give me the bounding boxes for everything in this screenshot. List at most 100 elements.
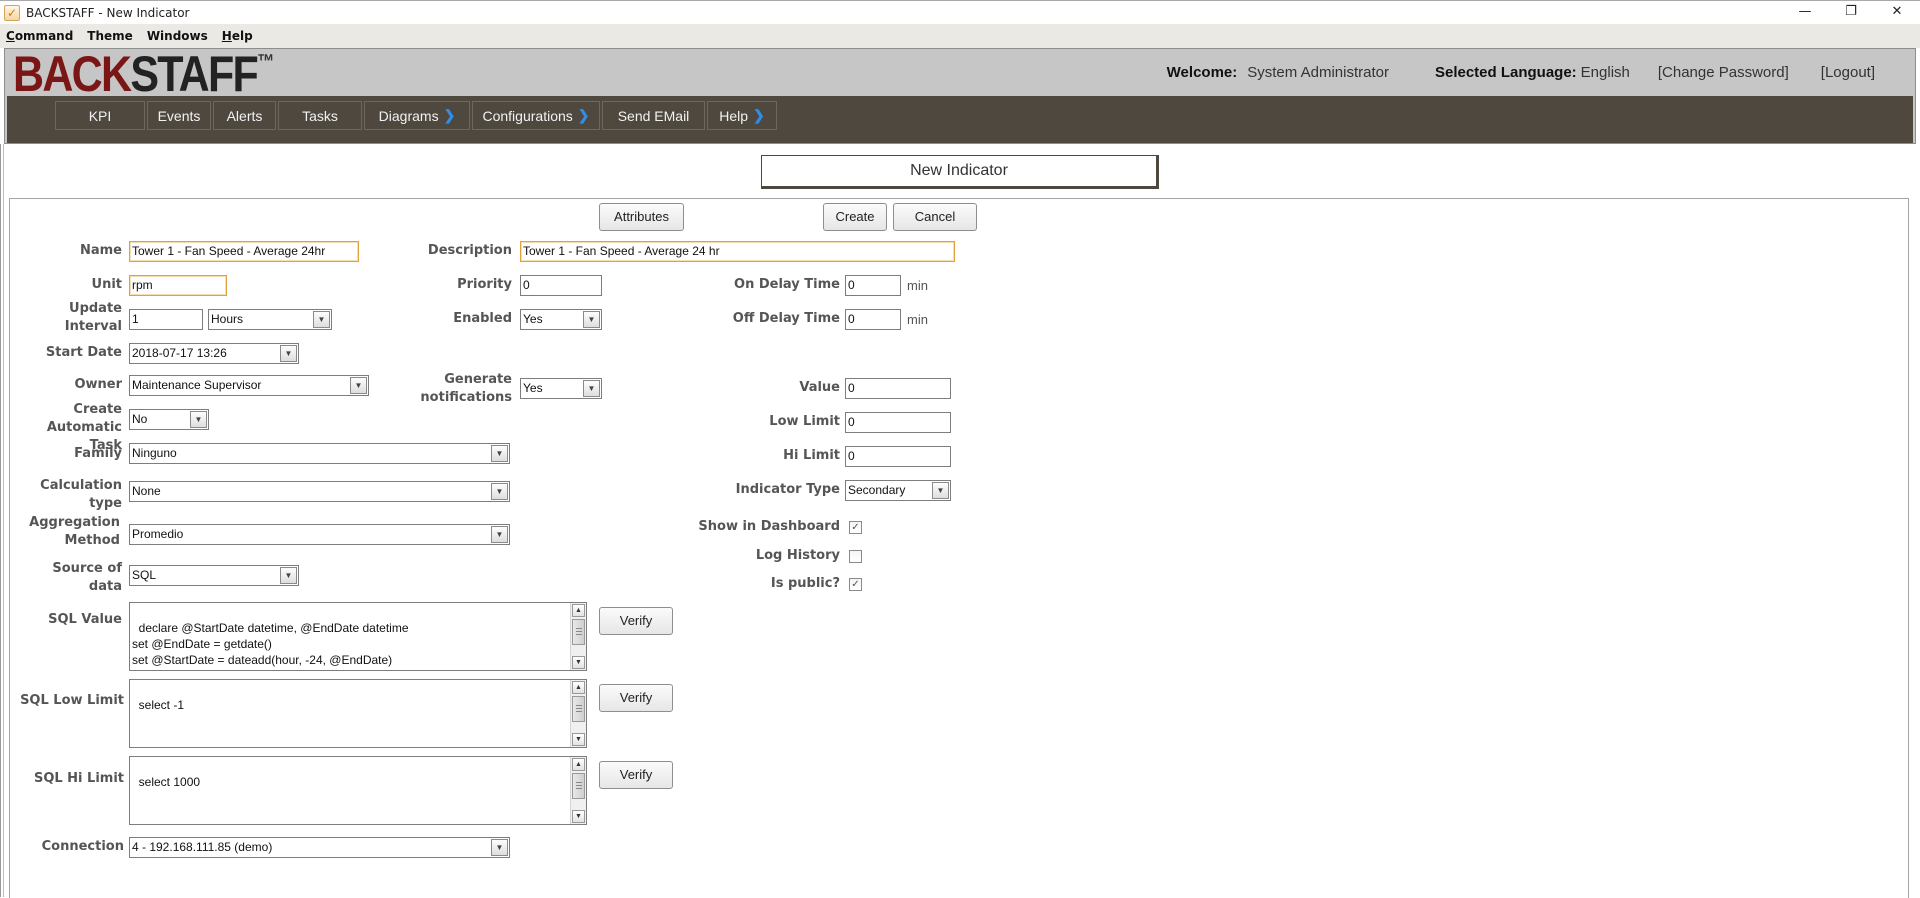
- priority-label: Priority: [457, 277, 512, 292]
- sql-low-limit-label: SQL Low Limit: [20, 693, 124, 708]
- attributes-button[interactable]: Attributes: [599, 203, 684, 231]
- dropdown-arrow-icon: ▼: [491, 839, 508, 856]
- verify-sql-value-button[interactable]: Verify: [599, 607, 673, 635]
- indicator-type-select[interactable]: Secondary ▼: [845, 480, 951, 501]
- minimize-icon[interactable]: —: [1782, 1, 1828, 23]
- off-delay-input[interactable]: 0: [845, 309, 901, 330]
- scroll-down-icon[interactable]: ▼: [572, 656, 585, 669]
- update-interval-input[interactable]: 1: [129, 309, 203, 330]
- enabled-select[interactable]: Yes ▼: [520, 309, 602, 330]
- generate-notifications-label: Generate notifications: [420, 372, 512, 405]
- update-interval-label: Update Interval: [64, 301, 122, 334]
- family-label: Family: [74, 446, 122, 461]
- dropdown-arrow-icon: ▼: [491, 483, 508, 500]
- generate-notifications-select[interactable]: Yes ▼: [520, 378, 602, 399]
- scroll-down-icon[interactable]: ▼: [572, 733, 585, 746]
- low-limit-input[interactable]: 0: [845, 412, 951, 433]
- dropdown-arrow-icon: ▼: [350, 377, 367, 394]
- value-input[interactable]: 0: [845, 378, 951, 399]
- connection-select[interactable]: 4 - 192.168.111.85 (demo) ▼: [129, 837, 510, 858]
- scroll-thumb[interactable]: [572, 696, 585, 722]
- start-date-picker[interactable]: 2018-07-17 13:26 ▼: [129, 343, 299, 364]
- description-label: Description: [427, 243, 512, 258]
- sql-value-textarea[interactable]: declare @StartDate datetime, @EndDate da…: [129, 602, 587, 671]
- nav-diagrams[interactable]: Diagrams ❯: [364, 101, 470, 130]
- aggregation-method-select[interactable]: Promedio ▼: [129, 524, 510, 545]
- nav-configurations[interactable]: Configurations ❯: [472, 101, 600, 130]
- vertical-scrollbar[interactable]: ▲ ▼: [570, 603, 586, 670]
- description-input[interactable]: Tower 1 - Fan Speed - Average 24 hr: [520, 241, 955, 262]
- owner-select[interactable]: Maintenance Supervisor ▼: [129, 375, 369, 396]
- window-title: BACKSTAFF - New Indicator: [26, 5, 190, 20]
- priority-input[interactable]: 0: [520, 275, 602, 296]
- source-of-data-select[interactable]: SQL ▼: [129, 565, 299, 586]
- menubar: Command Theme Windows Help: [0, 24, 1920, 48]
- nav-kpi[interactable]: KPI: [55, 101, 145, 130]
- close-icon[interactable]: ✕: [1874, 1, 1920, 23]
- window-left-border: [0, 144, 4, 897]
- checkmark-app-icon: ✓: [4, 4, 20, 21]
- log-history-label: Log History: [755, 548, 840, 563]
- dropdown-arrow-icon: ▼: [491, 526, 508, 543]
- create-task-select[interactable]: No ▼: [129, 409, 209, 430]
- indicator-type-label: Indicator Type: [735, 482, 840, 497]
- dropdown-arrow-icon: ▼: [190, 411, 207, 428]
- scroll-up-icon[interactable]: ▲: [572, 681, 585, 694]
- main-navbar: KPI Events Alerts Tasks Diagrams ❯ Config…: [7, 96, 1913, 143]
- dropdown-arrow-icon: ▼: [932, 482, 949, 499]
- dropdown-arrow-icon: ▼: [313, 311, 330, 328]
- hi-limit-input[interactable]: 0: [845, 446, 951, 467]
- unit-input[interactable]: rpm: [129, 275, 227, 296]
- scroll-up-icon[interactable]: ▲: [572, 758, 585, 771]
- scroll-thumb[interactable]: [572, 773, 585, 799]
- logout-link[interactable]: [Logout]: [1821, 64, 1875, 81]
- cancel-button[interactable]: Cancel: [893, 203, 977, 231]
- user-name: System Administrator: [1247, 64, 1389, 81]
- chevron-right-icon: ❯: [753, 107, 765, 123]
- restore-icon[interactable]: ❐: [1828, 1, 1874, 23]
- change-password-link[interactable]: [Change Password]: [1658, 64, 1789, 81]
- source-of-data-label: Source of data: [52, 561, 122, 594]
- backstaff-logo: BACKSTAFF™: [13, 46, 275, 102]
- verify-sql-hi-limit-button[interactable]: Verify: [599, 761, 673, 789]
- nav-alerts[interactable]: Alerts: [213, 101, 276, 130]
- scroll-up-icon[interactable]: ▲: [572, 604, 585, 617]
- nav-help[interactable]: Help ❯: [707, 101, 777, 130]
- family-select[interactable]: Ninguno ▼: [129, 443, 510, 464]
- on-delay-input[interactable]: 0: [845, 275, 901, 296]
- verify-sql-low-limit-button[interactable]: Verify: [599, 684, 673, 712]
- sql-low-limit-textarea[interactable]: select -1 ▲ ▼: [129, 679, 587, 748]
- update-period-select[interactable]: Hours ▼: [208, 309, 332, 330]
- chevron-right-icon: ❯: [443, 107, 456, 123]
- window-controls: — ❐ ✕: [1782, 1, 1920, 25]
- vertical-scrollbar[interactable]: ▲ ▼: [570, 680, 586, 747]
- chevron-right-icon: ❯: [577, 107, 590, 123]
- is-public-checkbox[interactable]: ✓: [849, 578, 862, 591]
- app-header: BACKSTAFF™ Welcome: System Administrator…: [4, 48, 1916, 144]
- name-input[interactable]: Tower 1 - Fan Speed - Average 24hr: [129, 241, 359, 262]
- show-dashboard-label: Show in Dashboard: [698, 519, 840, 534]
- scroll-down-icon[interactable]: ▼: [572, 810, 585, 823]
- enabled-label: Enabled: [453, 311, 512, 326]
- log-history-checkbox[interactable]: [849, 550, 862, 563]
- menu-help[interactable]: Help: [215, 29, 260, 43]
- window-titlebar: ✓ BACKSTAFF - New Indicator — ❐ ✕: [0, 0, 1920, 24]
- sql-value-label: SQL Value: [48, 612, 122, 627]
- show-dashboard-checkbox[interactable]: ✓: [849, 521, 862, 534]
- menu-windows[interactable]: Windows: [140, 29, 215, 43]
- dropdown-arrow-icon: ▼: [491, 445, 508, 462]
- menu-theme[interactable]: Theme: [80, 29, 140, 43]
- nav-tasks[interactable]: Tasks: [278, 101, 362, 130]
- calculation-type-select[interactable]: None ▼: [129, 481, 510, 502]
- scroll-thumb[interactable]: [572, 619, 585, 645]
- user-bar: Welcome: System Administrator Selected L…: [1167, 64, 1875, 81]
- menu-command[interactable]: Command: [0, 29, 80, 43]
- vertical-scrollbar[interactable]: ▲ ▼: [570, 757, 586, 824]
- name-label: Name: [79, 243, 122, 258]
- selected-language: English: [1580, 64, 1630, 81]
- off-delay-label: Off Delay Time: [732, 311, 840, 326]
- nav-send-email[interactable]: Send EMail: [602, 101, 705, 130]
- nav-events[interactable]: Events: [147, 101, 211, 130]
- sql-hi-limit-textarea[interactable]: select 1000 ▲ ▼: [129, 756, 587, 825]
- create-button[interactable]: Create: [823, 203, 887, 231]
